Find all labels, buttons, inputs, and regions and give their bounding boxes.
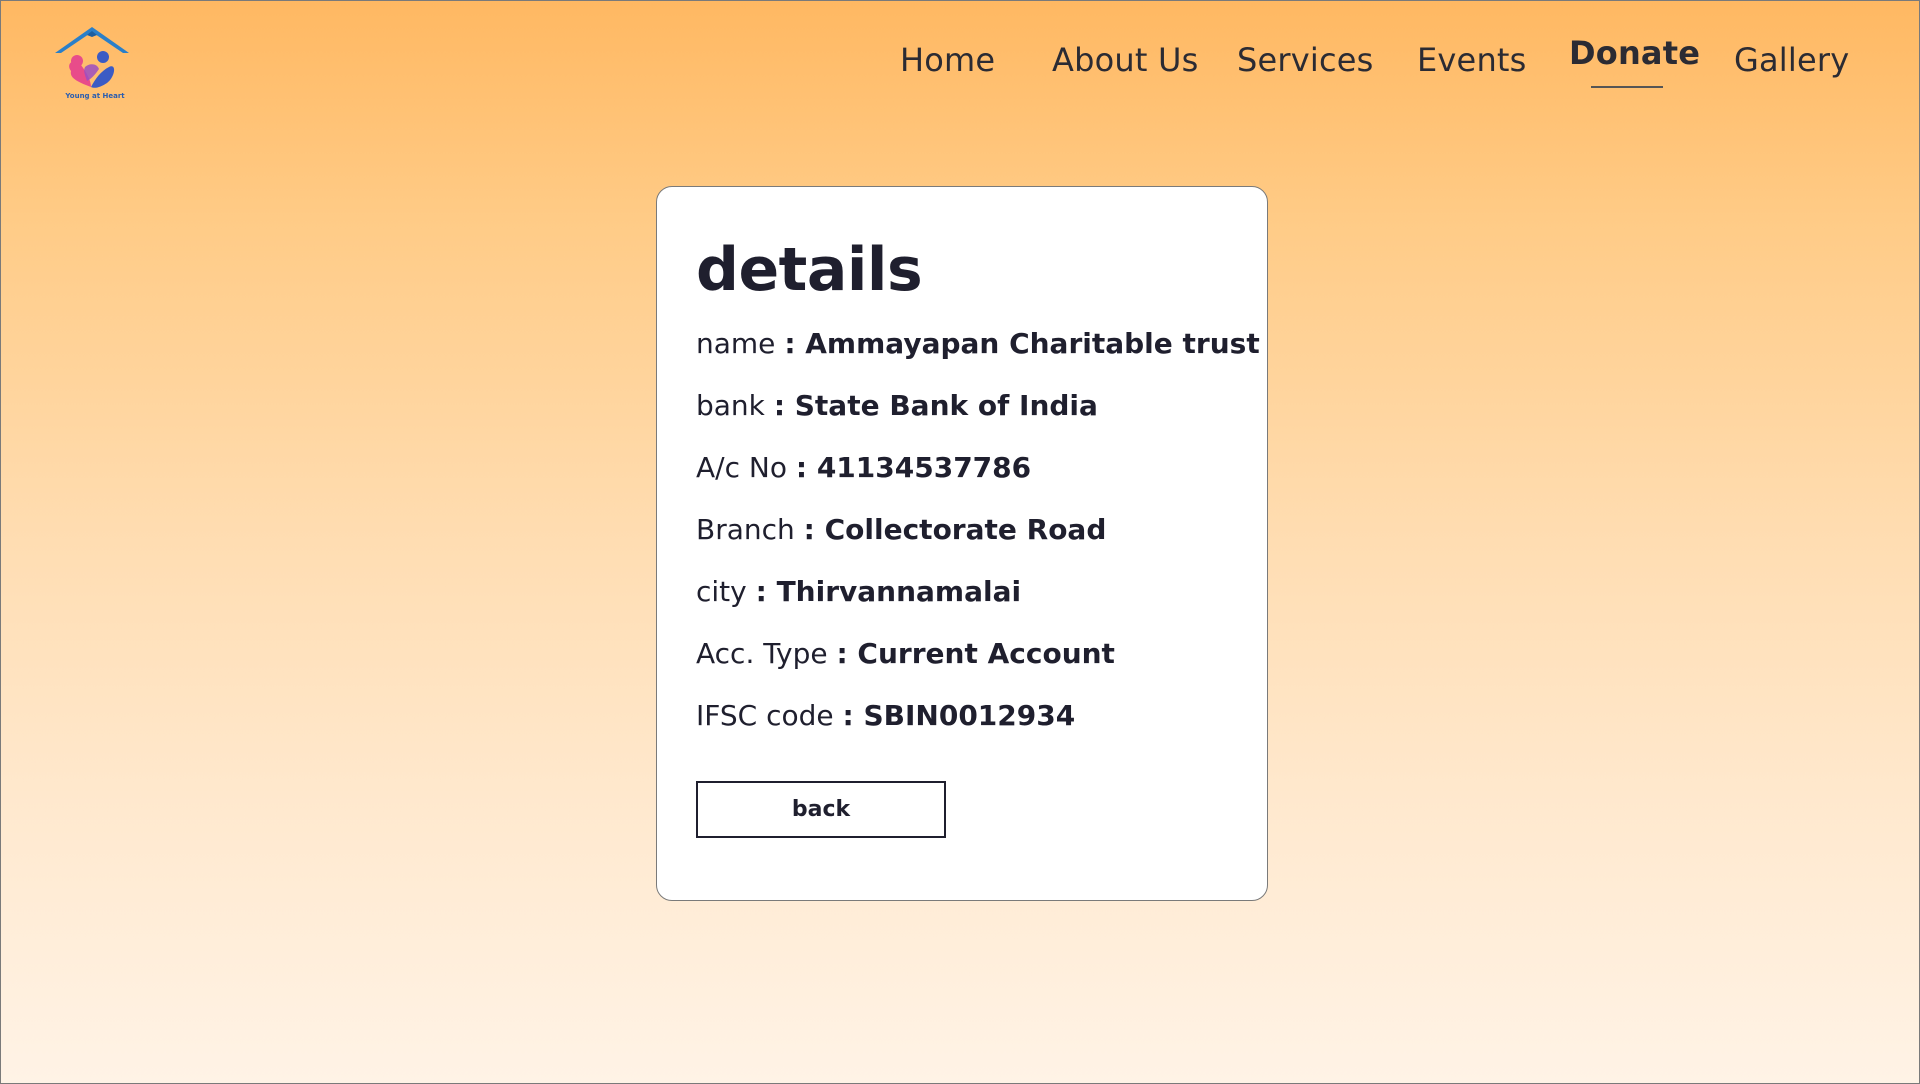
nav-donate[interactable]: Donate	[1569, 34, 1701, 88]
detail-row-ifsc: IFSC code : SBIN0012934	[696, 699, 1075, 732]
nav-events[interactable]: Events	[1417, 41, 1527, 79]
nav-services[interactable]: Services	[1237, 41, 1374, 79]
nav-home[interactable]: Home	[900, 41, 995, 79]
detail-key: name	[696, 327, 776, 360]
detail-value: : Collectorate Road	[803, 513, 1107, 546]
detail-key: IFSC code	[696, 699, 834, 732]
detail-row-account-type: Acc. Type : Current Account	[696, 637, 1115, 670]
detail-value: : 41134537786	[795, 451, 1032, 484]
detail-value: : Thirvannamalai	[755, 575, 1022, 608]
detail-value: : State Bank of India	[773, 389, 1098, 422]
detail-value: : Current Account	[836, 637, 1115, 670]
nav-donate-label: Donate	[1569, 34, 1701, 72]
detail-value: : Ammayapan Charitable trust	[784, 327, 1260, 360]
active-underline	[1591, 86, 1663, 88]
detail-row-branch: Branch : Collectorate Road	[696, 513, 1106, 546]
nav-gallery[interactable]: Gallery	[1734, 41, 1849, 79]
detail-key: Branch	[696, 513, 795, 546]
logo-text: Young at Heart	[65, 92, 125, 100]
bank-details-card: details name : Ammayapan Charitable trus…	[656, 186, 1268, 901]
detail-key: Acc. Type	[696, 637, 828, 670]
detail-row-city: city : Thirvannamalai	[696, 575, 1021, 608]
detail-row-account-number: A/c No : 41134537786	[696, 451, 1031, 484]
nav-about-us[interactable]: About Us	[1052, 41, 1198, 79]
detail-row-name: name : Ammayapan Charitable trust	[696, 327, 1260, 360]
card-title: details	[696, 235, 923, 305]
detail-key: bank	[696, 389, 765, 422]
detail-row-bank: bank : State Bank of India	[696, 389, 1098, 422]
detail-key: A/c No	[696, 451, 787, 484]
top-nav: Home About Us Services Events Donate Gal…	[1, 34, 1920, 91]
detail-key: city	[696, 575, 747, 608]
detail-value: : SBIN0012934	[842, 699, 1076, 732]
back-button[interactable]: back	[696, 781, 946, 838]
